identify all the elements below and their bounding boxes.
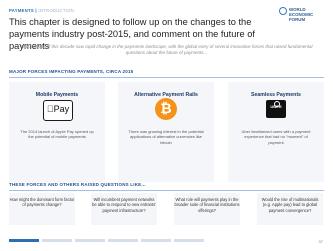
globe-icon: [279, 7, 287, 15]
questions-row: How might the dominant form factor of pa…: [9, 193, 324, 229]
question-card: What role will payments play in the broa…: [174, 193, 240, 225]
panel-description: There was growing interest in the potent…: [128, 129, 204, 145]
panel-title: Seamless Payments: [251, 92, 301, 98]
nav-segment[interactable]: [174, 239, 204, 242]
forces-divider: [9, 77, 324, 78]
forces-header: MAJOR FORCES IMPACTING PAYMENTS, CIRCA 2…: [9, 69, 134, 74]
question-card: How might the dominant form factor of pa…: [9, 193, 75, 225]
question-card: Would the rise of multinationals (e.g. A…: [257, 193, 323, 225]
nav-segment[interactable]: [75, 239, 105, 242]
questions-header: THESE FORCES AND OTHERS RAISED QUESTIONS…: [9, 182, 146, 187]
section-tag: PAYMENTS | INTRODUCTION: [9, 8, 75, 13]
wef-logo: WORLD ECONOMIC FORUM: [279, 7, 323, 31]
questions-divider: [9, 190, 324, 191]
uber-icon: UBER: [266, 100, 286, 118]
question-card: Will incumbent payment networks be able …: [91, 193, 157, 225]
nav-segment[interactable]: [42, 239, 72, 242]
apple-pay-icon: Pay: [43, 100, 73, 121]
panel-mobile-payments: Mobile Payments Pay The 2014 launch of …: [9, 82, 105, 182]
nav-segment[interactable]: [9, 239, 39, 242]
section-nav: [9, 239, 269, 244]
panel-title: Mobile Payments: [35, 92, 79, 98]
panel-alternative-payment-rails: Alternative Payment Rails ₿ There was gr…: [118, 82, 214, 182]
nav-segment[interactable]: [141, 239, 171, 242]
bitcoin-icon: ₿: [155, 98, 177, 120]
logo-text: WORLD ECONOMIC FORUM: [289, 7, 314, 22]
intro-text: The first half of this decade saw rapid …: [20, 44, 313, 56]
panel-description: The 2014 launch of Apple Pay opened up t…: [20, 129, 94, 140]
nav-segment[interactable]: [108, 239, 138, 242]
panel-description: Uber familiarized users with a payment e…: [241, 129, 311, 145]
slide-page: PAYMENTS | INTRODUCTION WORLD ECONOMIC FOR…: [0, 0, 333, 251]
panel-seamless-payments: Seamless Payments UBER Uber familiarized…: [228, 82, 324, 182]
page-number: 37: [318, 239, 323, 244]
